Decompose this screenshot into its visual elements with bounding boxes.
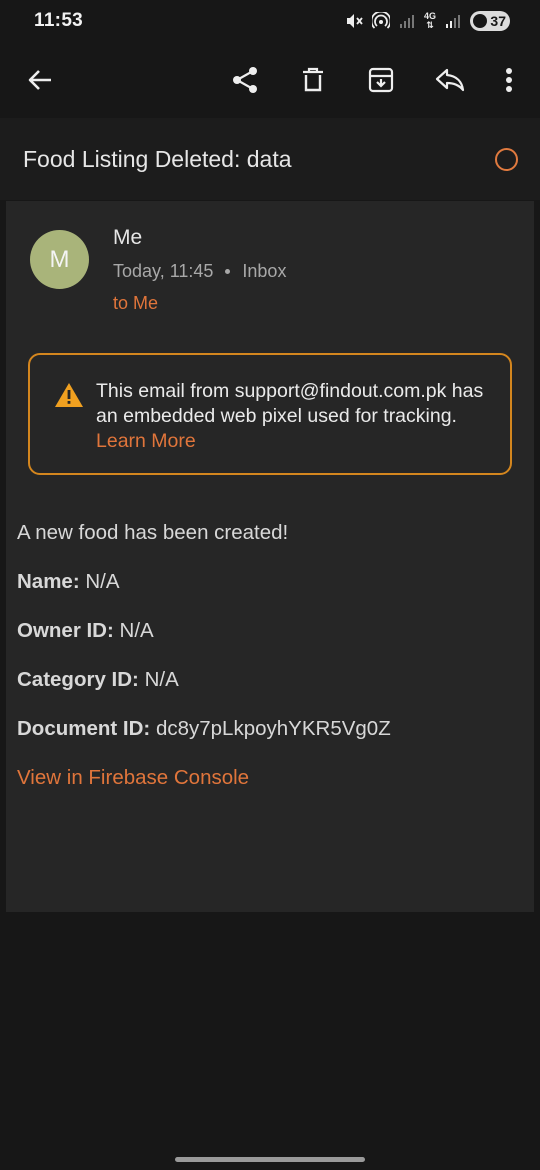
field-owner-value: N/A [119, 619, 154, 642]
star-icon[interactable] [495, 148, 518, 171]
status-time: 11:53 [34, 10, 84, 31]
field-name-label: Name: [17, 570, 80, 593]
status-bar: 11:53 4G ⇅ 37 [0, 0, 540, 42]
warning-text: This email from support@findout.com.pk h… [96, 379, 496, 454]
4g-icon: 4G ⇅ [423, 11, 436, 30]
firebase-console-link[interactable]: View in Firebase Console [17, 766, 249, 790]
sender-name[interactable]: Me [113, 226, 142, 250]
message-card [6, 201, 534, 912]
field-document: Document ID: dc8y7pLkpoyhYKR5Vg0Z [17, 717, 391, 741]
tracking-warning: This email from support@findout.com.pk h… [28, 353, 512, 475]
battery-level: 37 [490, 13, 506, 29]
body-intro: A new food has been created! [17, 521, 289, 544]
status-icons: 4G ⇅ 37 [345, 11, 510, 31]
field-name: Name: N/A [17, 570, 120, 594]
message-time: Today, 11:45 [113, 261, 214, 281]
subject-bar: Food Listing Deleted: data [0, 118, 540, 200]
share-icon [233, 67, 257, 93]
delete-icon [303, 67, 323, 92]
leaf-icon [473, 14, 487, 28]
message-meta: Today, 11:45 Inbox [113, 261, 286, 282]
mute-icon [346, 14, 363, 28]
toolbar [0, 42, 540, 118]
home-indicator[interactable] [175, 1157, 365, 1162]
reply-icon [435, 68, 465, 92]
archive-icon [368, 67, 394, 93]
field-category-label: Category ID: [17, 668, 139, 691]
signal-icon [446, 15, 460, 28]
field-name-value: N/A [85, 570, 120, 593]
field-document-value: dc8y7pLkpoyhYKR5Vg0Z [155, 717, 391, 740]
field-document-label: Document ID: [17, 717, 151, 740]
message-folder: Inbox [242, 261, 287, 281]
recipient-link[interactable]: to Me [113, 293, 158, 314]
reply-button[interactable] [429, 59, 471, 101]
back-button[interactable] [19, 59, 61, 101]
separator-dot [225, 269, 231, 274]
learn-more-link[interactable]: Learn More [96, 430, 196, 452]
avatar-letter: M [49, 245, 70, 273]
more-vert-icon [506, 68, 512, 92]
share-button[interactable] [224, 59, 266, 101]
back-arrow-icon [28, 70, 51, 90]
field-category: Category ID: N/A [17, 668, 179, 692]
email-subject: Food Listing Deleted: data [23, 146, 292, 172]
warning-message: This email from support@findout.com.pk h… [96, 380, 484, 427]
field-owner-label: Owner ID: [17, 619, 114, 642]
field-owner: Owner ID: N/A [17, 619, 154, 643]
field-category-value: N/A [144, 668, 179, 691]
battery-icon: 37 [470, 11, 510, 31]
delete-button[interactable] [292, 59, 334, 101]
archive-button[interactable] [360, 59, 402, 101]
hotspot-icon [371, 12, 390, 29]
more-button[interactable] [488, 59, 530, 101]
avatar[interactable]: M [30, 230, 89, 289]
warning-icon [55, 383, 83, 407]
signal-icon [399, 15, 414, 28]
